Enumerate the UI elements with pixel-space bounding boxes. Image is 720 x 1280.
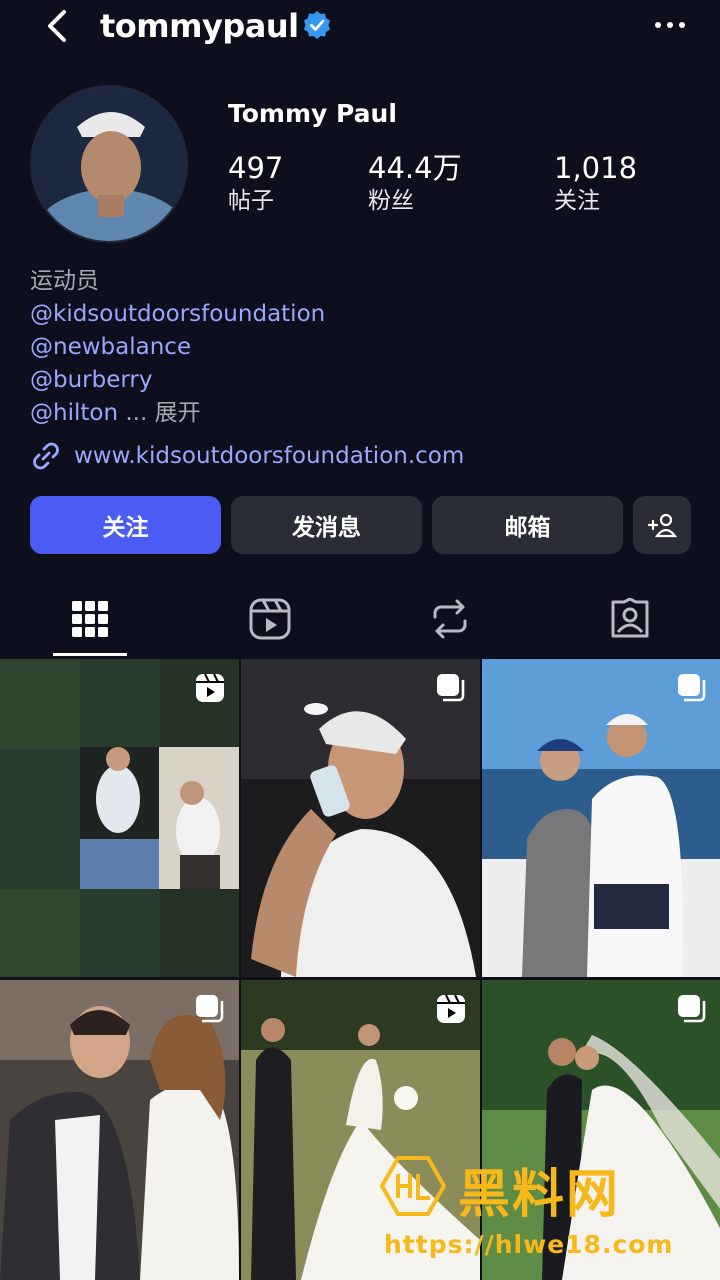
avatar-photo bbox=[32, 87, 186, 241]
bio-mention[interactable]: @burberry bbox=[30, 364, 325, 397]
bio-category: 运动员 bbox=[30, 268, 99, 294]
profile-tabs bbox=[0, 580, 720, 658]
website-url[interactable]: www.kidsoutdoorsfoundation.com bbox=[74, 443, 464, 469]
carousel-badge-icon bbox=[678, 674, 706, 702]
watermark-title: 黑料网 bbox=[458, 1165, 621, 1225]
suggest-users-button[interactable] bbox=[633, 496, 691, 554]
bio-mention[interactable]: @kidsoutdoorsfoundation bbox=[30, 298, 325, 331]
stat-followers-value: 44.4万 bbox=[368, 151, 462, 185]
bio-ellipsis: ... bbox=[118, 400, 155, 426]
post-image bbox=[482, 659, 720, 977]
post-thumbnail[interactable] bbox=[0, 980, 239, 1280]
verified-badge-icon bbox=[304, 11, 330, 39]
profile-avatar[interactable] bbox=[30, 85, 188, 243]
tagged-icon bbox=[611, 598, 649, 638]
post-image bbox=[0, 659, 239, 977]
tab-posts-grid[interactable] bbox=[0, 580, 180, 658]
stat-following[interactable]: 1,018 关注 bbox=[554, 150, 637, 216]
carousel-badge-icon bbox=[437, 674, 465, 702]
stat-followers[interactable]: 44.4万 粉丝 bbox=[368, 150, 462, 216]
carousel-badge-icon bbox=[678, 995, 706, 1023]
stat-posts-value: 497 bbox=[228, 151, 284, 185]
add-person-icon bbox=[647, 513, 677, 538]
watermark: 黑料网 https://hlwe18.com bbox=[380, 1152, 720, 1272]
reels-icon bbox=[249, 598, 291, 640]
link-icon bbox=[33, 442, 59, 470]
stat-posts[interactable]: 497 帖子 bbox=[228, 150, 283, 216]
message-button[interactable]: 发消息 bbox=[231, 496, 422, 554]
tab-tagged[interactable] bbox=[540, 580, 720, 658]
back-arrow-icon[interactable] bbox=[40, 6, 80, 46]
tab-reels[interactable] bbox=[180, 580, 360, 658]
tab-reposts[interactable] bbox=[360, 580, 540, 658]
active-tab-indicator bbox=[53, 653, 127, 656]
bio-mention[interactable]: @hilton bbox=[30, 400, 118, 426]
post-thumbnail[interactable] bbox=[482, 659, 720, 977]
display-name: Tommy Paul bbox=[228, 99, 397, 128]
reel-badge-icon bbox=[196, 673, 224, 702]
post-image bbox=[241, 659, 480, 977]
bio-last-line: @hilton ... 展开 bbox=[30, 397, 325, 430]
follow-button[interactable]: 关注 bbox=[30, 496, 221, 554]
more-options-icon[interactable] bbox=[650, 10, 690, 40]
stat-followers-label: 粉丝 bbox=[368, 188, 414, 214]
email-button[interactable]: 邮箱 bbox=[432, 496, 623, 554]
bio-mention[interactable]: @newbalance bbox=[30, 331, 325, 364]
stat-posts-label: 帖子 bbox=[228, 188, 274, 214]
repost-icon bbox=[433, 599, 467, 639]
carousel-badge-icon bbox=[196, 995, 224, 1023]
watermark-logo-icon bbox=[380, 1156, 446, 1216]
post-thumbnail[interactable] bbox=[0, 659, 239, 977]
profile-handle: tommypaul bbox=[100, 7, 299, 45]
bio-expand-button[interactable]: 展开 bbox=[155, 400, 201, 426]
reel-badge-icon bbox=[437, 994, 465, 1023]
stat-following-value: 1,018 bbox=[554, 151, 638, 185]
stat-following-label: 关注 bbox=[554, 188, 600, 214]
top-bar: tommypaul bbox=[0, 0, 720, 56]
profile-screen: tommypaul Tommy Paul 497 帖子 44.4万 粉丝 1,0… bbox=[0, 0, 720, 1280]
post-thumbnail[interactable] bbox=[241, 659, 480, 977]
bio: 运动员 @kidsoutdoorsfoundation @newbalance … bbox=[30, 265, 325, 430]
post-image bbox=[0, 980, 239, 1280]
website-link[interactable]: www.kidsoutdoorsfoundation.com bbox=[30, 438, 464, 474]
grid-icon bbox=[72, 601, 108, 637]
watermark-url: https://hlwe18.com bbox=[384, 1230, 674, 1259]
